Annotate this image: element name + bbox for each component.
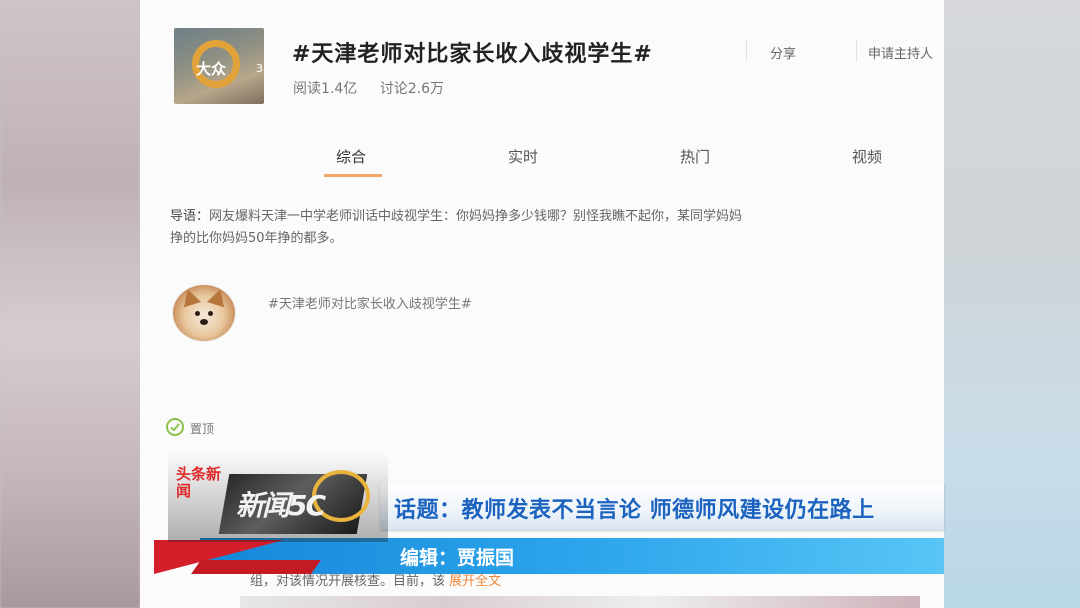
topic-lead: 导语：网友爆料天津一中学老师训话中歧视学生：你妈妈挣多少钱哪？别怪我瞧不起你，某… (170, 206, 944, 250)
blurred-background-left (0, 0, 140, 608)
read-count: 阅读1.4亿 (293, 81, 358, 97)
avatar-dog-eye (195, 311, 200, 316)
tab-comprehensive[interactable]: 综合 (336, 146, 366, 167)
feed-text-tail: 组，对该情况开展核查。目前，该 展开全文 (250, 570, 501, 589)
topic-thumbnail: 大众 3 (174, 28, 264, 104)
tab-video[interactable]: 视频 (852, 146, 882, 167)
avatar-dog-ear (206, 286, 230, 308)
divider (746, 40, 747, 62)
lead-text: 网友爆料天津一中学老师训话中歧视学生：你妈妈挣多少钱哪？别怪我瞧不起你，某同学妈… (209, 209, 743, 224)
pin-icon (166, 418, 184, 436)
topic-stats: 阅读1.4亿 讨论2.6万 (293, 78, 462, 98)
station-logo-number: 3 (256, 62, 263, 75)
tab-hot[interactable]: 热门 (680, 146, 710, 167)
post-hashtag-link[interactable]: #天津老师对比家长收入歧视学生# (268, 293, 472, 312)
tab-realtime[interactable]: 实时 (508, 146, 538, 167)
topic-tabs: 综合 实时 热门 视频 (140, 140, 944, 184)
avatar-dog-ear (178, 286, 202, 308)
lead-label: 导语： (170, 209, 210, 224)
share-button[interactable]: 分享 (770, 43, 796, 62)
station-logo-text: 大众 (196, 60, 227, 78)
avatar-dog-eye (208, 311, 213, 316)
discussion-count: 讨论2.6万 (379, 81, 444, 97)
active-tab-indicator (324, 174, 382, 177)
feed-text: 组，对该情况开展核查。目前，该 (250, 574, 446, 589)
expand-full-text-link[interactable]: 展开全文 (449, 574, 501, 589)
pin-label: 置顶 (190, 422, 215, 436)
feed-images-strip (240, 596, 920, 608)
weibo-topic-screen: 大众 3 #天津老师对比家长收入歧视学生# 阅读1.4亿 讨论2.6万 分享 申… (140, 0, 944, 608)
blurred-background-right (944, 0, 1080, 608)
avatar[interactable] (172, 284, 236, 342)
apply-host-button[interactable]: 申请主持人 (868, 43, 933, 62)
divider (856, 40, 857, 62)
lead-text-line2: 挣的比你妈妈50年挣的都多。 (170, 231, 343, 246)
topic-title: #天津老师对比家长收入歧视学生# (292, 42, 653, 67)
avatar-dog-nose (200, 319, 208, 325)
